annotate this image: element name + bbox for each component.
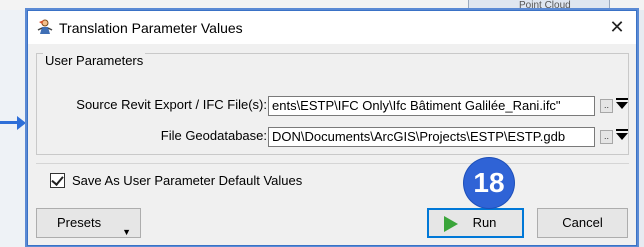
translation-parameters-dialog: Translation Parameter Values ✕ User Para… xyxy=(27,10,637,246)
play-icon xyxy=(444,216,458,232)
background-tab: Point Cloud xyxy=(468,0,610,10)
fme-workbench-icon xyxy=(36,18,54,36)
geodatabase-browse-button[interactable]: .. xyxy=(600,130,613,144)
geodatabase-field[interactable]: DON\Documents\ArcGIS\Projects\ESTP\ESTP.… xyxy=(268,127,595,147)
dialog-titlebar[interactable]: Translation Parameter Values ✕ xyxy=(28,11,636,44)
close-icon[interactable]: ✕ xyxy=(604,15,630,39)
geodatabase-label: File Geodatabase: xyxy=(160,128,267,143)
chevron-down-icon: ▼ xyxy=(122,227,131,237)
step-number-badge: 18 xyxy=(464,158,514,208)
dropdown-bar xyxy=(616,129,628,131)
dropdown-bar xyxy=(616,98,628,100)
cancel-label: Cancel xyxy=(562,215,603,230)
group-title: User Parameters xyxy=(43,53,146,68)
background-right-panel xyxy=(638,10,644,247)
save-defaults-checkbox[interactable] xyxy=(50,173,65,188)
source-file-browse-button[interactable]: .. xyxy=(600,99,613,113)
cancel-button[interactable]: Cancel xyxy=(537,208,628,238)
dropdown-triangle xyxy=(616,102,628,109)
presets-label: Presets xyxy=(57,215,102,230)
checkmark-icon xyxy=(51,173,64,186)
save-defaults-label[interactable]: Save As User Parameter Default Values xyxy=(72,173,302,188)
dialog-title: Translation Parameter Values xyxy=(59,20,243,36)
annotation-arrow-icon xyxy=(17,116,26,130)
source-file-dropdown-icon[interactable] xyxy=(615,98,629,114)
divider xyxy=(36,163,629,164)
run-button[interactable]: Run xyxy=(427,208,524,238)
background-tab-label: Point Cloud xyxy=(519,0,571,10)
source-file-field[interactable]: ents\ESTP\IFC Only\Ifc Bâtiment Galilée_… xyxy=(268,96,595,116)
geodatabase-dropdown-icon[interactable] xyxy=(615,129,629,145)
presets-button[interactable]: Presets ▼ xyxy=(36,208,141,238)
source-file-label: Source Revit Export / IFC File(s): xyxy=(76,97,267,112)
run-label: Run xyxy=(472,215,497,230)
user-parameters-group: User Parameters Source Revit Export / IF… xyxy=(36,53,629,155)
dropdown-triangle xyxy=(616,133,628,140)
